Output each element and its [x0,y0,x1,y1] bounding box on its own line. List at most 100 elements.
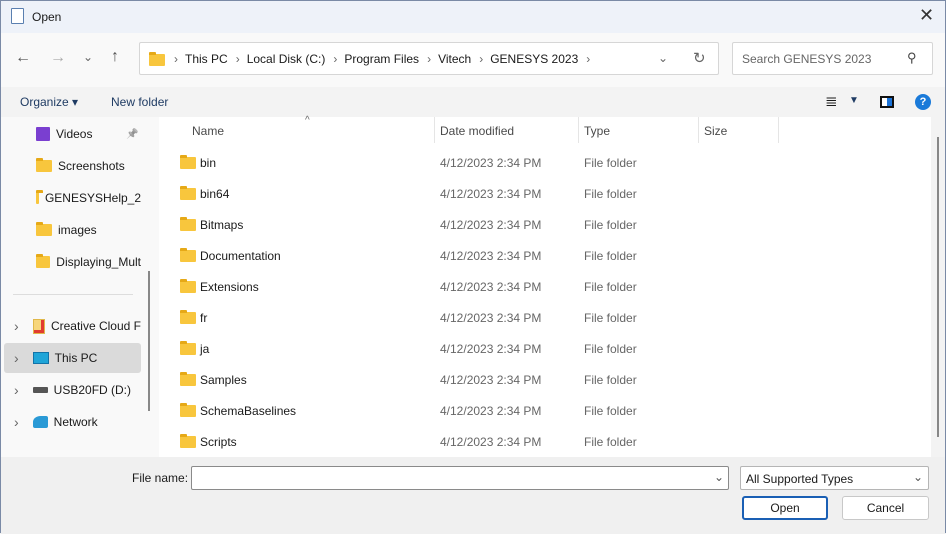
breadcrumb-separator-icon[interactable]: › [174,52,178,66]
up-button[interactable]: ↑ [111,48,119,66]
breadcrumb-item[interactable]: This PC [185,52,228,66]
file-row[interactable]: fr 4/12/2023 2:34 PM File folder [159,302,931,333]
search-box[interactable]: Search GENESYS 2023 ⚲ [732,42,933,75]
file-row[interactable]: Documentation 4/12/2023 2:34 PM File folde… [159,240,931,271]
expand-chevron-icon[interactable]: › [14,414,19,430]
folder-icon [180,217,196,231]
file-list-scrollbar[interactable] [931,117,945,457]
column-headers: Name ^ Date modified Type Size [159,115,931,144]
breadcrumb-item[interactable]: Local Disk (C:) [247,52,326,66]
sort-ascending-icon: ^ [305,115,310,126]
breadcrumb-separator-icon[interactable]: › [586,52,590,66]
breadcrumb-separator-icon[interactable]: › [479,52,483,66]
file-date: 4/12/2023 2:34 PM [440,342,542,356]
folder-icon [180,434,196,448]
refresh-icon[interactable]: ↻ [693,49,706,67]
file-row[interactable]: Scripts 4/12/2023 2:34 PM File folder [159,426,931,457]
navigation-bar: ← → ⌄ ↑ › This PC › Local Disk (C:) › Program… [1,33,945,87]
breadcrumb-item[interactable]: Vitech [438,52,471,66]
file-type: File folder [584,218,637,232]
cancel-button[interactable]: Cancel [842,496,929,520]
file-name: Extensions [200,280,259,294]
file-type: File folder [584,404,637,418]
file-date: 4/12/2023 2:34 PM [440,280,542,294]
file-name: fr [200,311,208,325]
folder-icon [180,310,196,324]
breadcrumb-separator-icon[interactable]: › [427,52,431,66]
file-row[interactable]: Bitmaps 4/12/2023 2:34 PM File folder [159,209,931,240]
file-date: 4/12/2023 2:34 PM [440,311,542,325]
close-button[interactable]: ✕ [919,5,934,26]
column-header-date-modified[interactable]: Date modified [440,124,514,138]
file-row[interactable]: SchemaBaselines 4/12/2023 2:34 PM File fol… [159,395,931,426]
breadcrumb-item[interactable]: Program Files [344,52,419,66]
expand-chevron-icon[interactable]: › [14,350,19,366]
file-name: Samples [200,373,247,387]
sidebar-scrollbar[interactable] [148,271,150,411]
cancel-label: Cancel [866,501,905,515]
file-row[interactable]: Extensions 4/12/2023 2:34 PM File folder [159,271,931,302]
breadcrumb-separator-icon[interactable]: › [236,52,240,66]
sidebar-tree-item[interactable]: › USB20FD (D:) [4,375,141,405]
breadcrumb-separator-icon[interactable]: › [333,52,337,66]
window-title: Open [32,10,62,24]
column-header-size[interactable]: Size [704,124,727,138]
recent-locations-chevron-icon[interactable]: ⌄ [83,50,93,64]
back-button[interactable]: ← [15,49,31,67]
file-date: 4/12/2023 2:34 PM [440,435,542,449]
folder-icon [180,279,196,293]
sidebar-item[interactable]: Videos 📌 [1,119,141,149]
sidebar-item[interactable]: GENESYSHelp_2 [1,183,141,213]
file-row[interactable]: bin 4/12/2023 2:34 PM File folder [159,147,931,178]
column-header-type[interactable]: Type [584,124,610,138]
search-icon: ⚲ [907,50,917,65]
organize-button[interactable]: Organize ▾ [20,95,78,109]
new-folder-button[interactable]: New folder [111,95,168,109]
video-icon [36,127,50,141]
file-row[interactable]: Samples 4/12/2023 2:34 PM File folder [159,364,931,395]
sidebar-divider [13,294,133,295]
breadcrumb-item[interactable]: GENESYS 2023 [490,52,578,66]
drive-icon [32,387,48,393]
pin-icon: 📌 [126,128,139,140]
sidebar-item[interactable]: Screenshots [1,151,141,181]
view-options-chevron-icon[interactable]: ▼ [849,95,859,106]
sidebar-tree-item[interactable]: › This PC [4,343,141,373]
sidebar-item-label: Network [53,415,98,429]
forward-button[interactable]: → [50,49,66,67]
column-header-name[interactable]: Name [192,124,224,138]
file-date: 4/12/2023 2:34 PM [440,187,542,201]
file-type: File folder [584,187,637,201]
file-row[interactable]: bin64 4/12/2023 2:34 PM File folder [159,178,931,209]
sidebar-item[interactable]: Displaying_Mult [1,247,141,277]
preview-pane-icon[interactable] [880,96,894,108]
help-icon[interactable]: ? [915,94,931,110]
open-button[interactable]: Open [742,496,828,520]
sidebar-item-label: This PC [54,351,98,365]
file-type: File folder [584,373,637,387]
navigation-pane: Videos 📌 Screenshots GENESYSHelp_2 images Dis… [1,117,149,457]
file-name: ja [200,342,210,356]
open-dialog: Open ✕ ← → ⌄ ↑ › This PC › Local Disk (C:) ›… [0,0,946,534]
file-type-select[interactable]: All Supported Types ⌄ [740,466,929,490]
address-dropdown-chevron-icon[interactable]: ⌄ [658,51,668,65]
sidebar-item-label: Displaying_Mult [56,255,141,269]
view-details-icon[interactable]: ≣ [825,92,838,110]
file-type: File folder [584,249,637,263]
folder-icon [180,186,196,200]
sidebar-tree-item[interactable]: › Creative Cloud F [4,311,141,341]
sidebar-item[interactable]: images [1,215,141,245]
expand-chevron-icon[interactable]: › [14,318,19,334]
folder-icon [180,403,196,417]
address-bar[interactable]: › This PC › Local Disk (C:) › Program Files › V… [139,42,719,75]
sidebar-item-label: Creative Cloud F [50,319,141,333]
file-name: Documentation [200,249,281,263]
expand-chevron-icon[interactable]: › [14,382,19,398]
search-input[interactable]: Search GENESYS 2023 [742,52,871,66]
file-name-combobox[interactable]: ⌄ [191,466,729,490]
file-name-dropdown-chevron-icon[interactable]: ⌄ [714,470,724,484]
sidebar-tree-item[interactable]: › Network [4,407,141,437]
file-name: Scripts [200,435,237,449]
file-list: Name ^ Date modified Type Size bin 4/12/2… [159,115,931,457]
file-row[interactable]: ja 4/12/2023 2:34 PM File folder [159,333,931,364]
